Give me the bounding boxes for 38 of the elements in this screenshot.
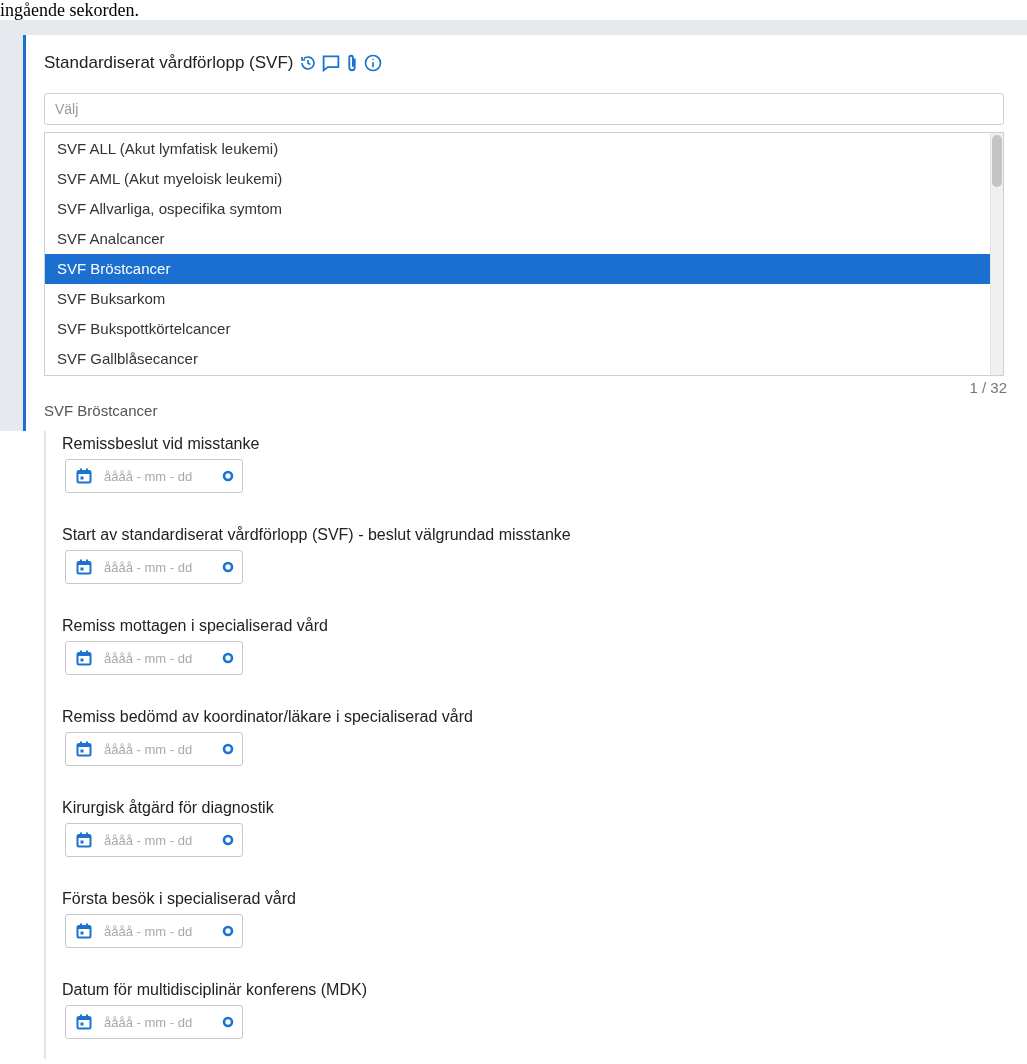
section-title: Standardiserat vårdförlopp (SVF) — [44, 53, 294, 73]
selected-value: SVF Bröstcancer — [44, 402, 158, 419]
option-item[interactable]: SVF Bukspottkörtelcancer — [45, 314, 990, 344]
clear-icon[interactable] — [222, 561, 234, 573]
item-counter: 1 / 32 — [969, 379, 1007, 396]
scrollbar[interactable] — [990, 133, 1003, 375]
calendar-icon[interactable] — [76, 832, 92, 848]
field-label: Remiss mottagen i specialiserad vård — [62, 617, 329, 635]
field-label: Första besök i specialiserad vård — [62, 890, 297, 908]
clear-icon[interactable] — [222, 652, 234, 664]
calendar-icon[interactable] — [76, 741, 92, 757]
clear-icon[interactable] — [222, 1016, 234, 1028]
option-item[interactable]: SVF ALL (Akut lymfatisk leukemi) — [45, 134, 990, 164]
field-label: Remiss bedömd av koordinator/läkare i specialiserad vård — [62, 708, 474, 726]
clear-icon[interactable] — [222, 470, 234, 482]
option-item[interactable]: SVF Bröstcancer — [45, 254, 990, 284]
clear-icon[interactable] — [222, 743, 234, 755]
field-label: Start av standardiserat vårdförlopp (SVF) - beslut välgrundad misstanke — [62, 526, 572, 544]
intro-text: ingående sekorden. — [0, 0, 139, 20]
option-item[interactable]: SVF Allvarliga, ospecifika symtom — [45, 194, 990, 224]
history-icon[interactable] — [299, 54, 318, 72]
field-label: Remissbeslut vid misstanke — [62, 435, 261, 453]
calendar-icon[interactable] — [76, 923, 92, 939]
field-label: Datum för multidisciplinär konferens (MDK) — [62, 981, 368, 999]
option-item[interactable]: SVF Gallblåsecancer — [45, 344, 990, 374]
option-item[interactable]: SVF Buksarkom — [45, 284, 990, 314]
clear-icon[interactable] — [222, 925, 234, 937]
option-item[interactable]: SVF AML (Akut myeloisk leukemi) — [45, 164, 990, 194]
field-label: Kirurgisk åtgärd för diagnostik — [62, 799, 275, 817]
calendar-icon[interactable] — [76, 1014, 92, 1030]
option-item[interactable]: SVF Analcancer — [45, 224, 990, 254]
clear-icon[interactable] — [222, 834, 234, 846]
calendar-icon[interactable] — [76, 468, 92, 484]
calendar-icon[interactable] — [76, 559, 92, 575]
comment-icon[interactable] — [321, 54, 342, 72]
calendar-icon[interactable] — [76, 650, 92, 666]
search-field[interactable]: Välj — [44, 93, 1004, 125]
info-icon[interactable] — [363, 53, 384, 73]
